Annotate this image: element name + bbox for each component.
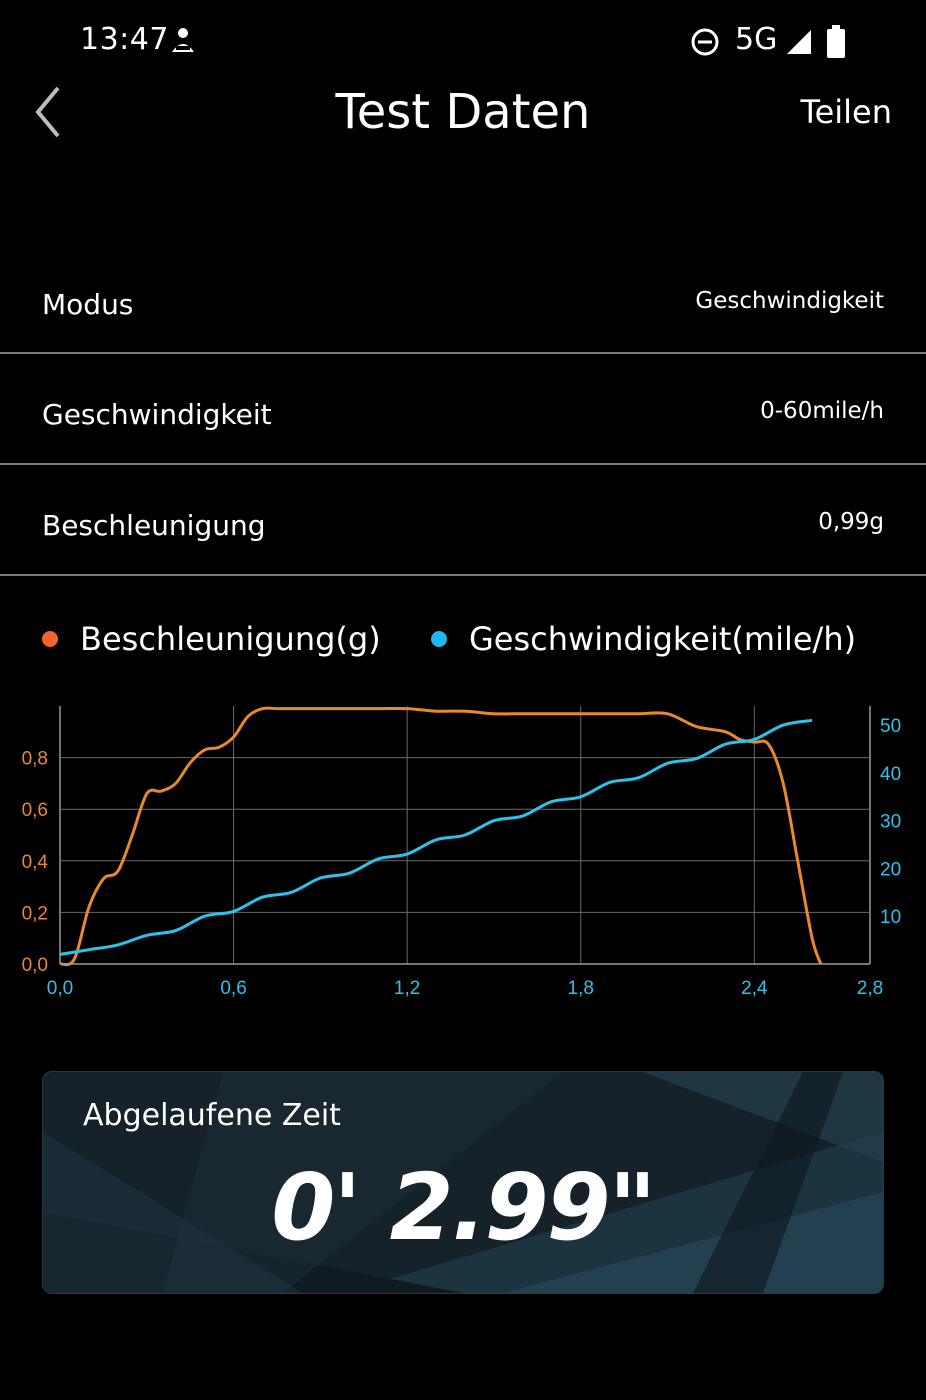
legend-label-acceleration: Beschleunigung(g) xyxy=(80,620,381,658)
x-tick-label: 2,8 xyxy=(857,978,883,999)
y-left-tick-label: 0,0 xyxy=(22,955,48,976)
notification-icon xyxy=(172,28,194,52)
y-right-tick-label: 40 xyxy=(880,764,901,785)
y-left-tick-label: 0,2 xyxy=(22,903,48,924)
row-acceleration: Beschleunigung 0,99g xyxy=(0,491,926,575)
elapsed-time-card: Abgelaufene Zeit 0' 2.99" xyxy=(42,1071,884,1294)
y-left-tick-label: 0,8 xyxy=(22,749,48,770)
do-not-disturb-icon xyxy=(691,28,719,56)
y-right-tick-label: 10 xyxy=(880,907,901,928)
elapsed-time-value: 0' 2.99" xyxy=(271,1154,656,1261)
row-value: 0,99g xyxy=(818,509,884,535)
chart: 0,0 0,6 1,2 1,8 2,4 2,8 0,0 0,2 0,4 0,6 0,8 10 20 30 4… xyxy=(22,706,901,999)
x-tick-label: 0,0 xyxy=(47,978,73,999)
share-button[interactable]: Teilen xyxy=(800,93,892,131)
row-mode: Modus Geschwindigkeit xyxy=(0,270,926,354)
row-label: Geschwindigkeit xyxy=(42,398,272,431)
elapsed-time-label: Abgelaufene Zeit xyxy=(83,1098,341,1133)
row-value: 0-60mile/h xyxy=(760,398,884,424)
divider xyxy=(0,574,926,576)
status-time: 13:47 xyxy=(80,22,169,57)
row-speed: Geschwindigkeit 0-60mile/h xyxy=(0,380,926,464)
network-label: 5G xyxy=(735,22,778,57)
series-line-acceleration xyxy=(59,706,823,967)
battery-icon xyxy=(827,25,845,58)
legend-label-speed: Geschwindigkeit(mile/h) xyxy=(469,620,857,658)
divider xyxy=(0,352,926,354)
y-left-tick-label: 0,4 xyxy=(22,852,49,873)
x-tick-label: 1,2 xyxy=(394,978,420,999)
signal-icon xyxy=(787,30,811,54)
y-right-tick-label: 50 xyxy=(880,716,901,737)
divider xyxy=(0,463,926,465)
x-tick-label: 0,6 xyxy=(220,978,246,999)
y-left-tick-label: 0,6 xyxy=(22,800,48,821)
series-line-speed xyxy=(59,718,813,956)
page-title: Test Daten xyxy=(335,84,591,140)
row-label: Beschleunigung xyxy=(42,509,266,542)
x-tick-label: 1,8 xyxy=(568,978,594,999)
y-right-tick-label: 30 xyxy=(880,812,901,833)
x-tick-label: 2,4 xyxy=(741,978,768,999)
legend-dot-acceleration xyxy=(42,631,58,647)
y-right-tick-label: 20 xyxy=(880,859,901,880)
row-value: Geschwindigkeit xyxy=(695,288,884,314)
row-label: Modus xyxy=(42,288,134,321)
legend-dot-speed xyxy=(431,631,447,647)
